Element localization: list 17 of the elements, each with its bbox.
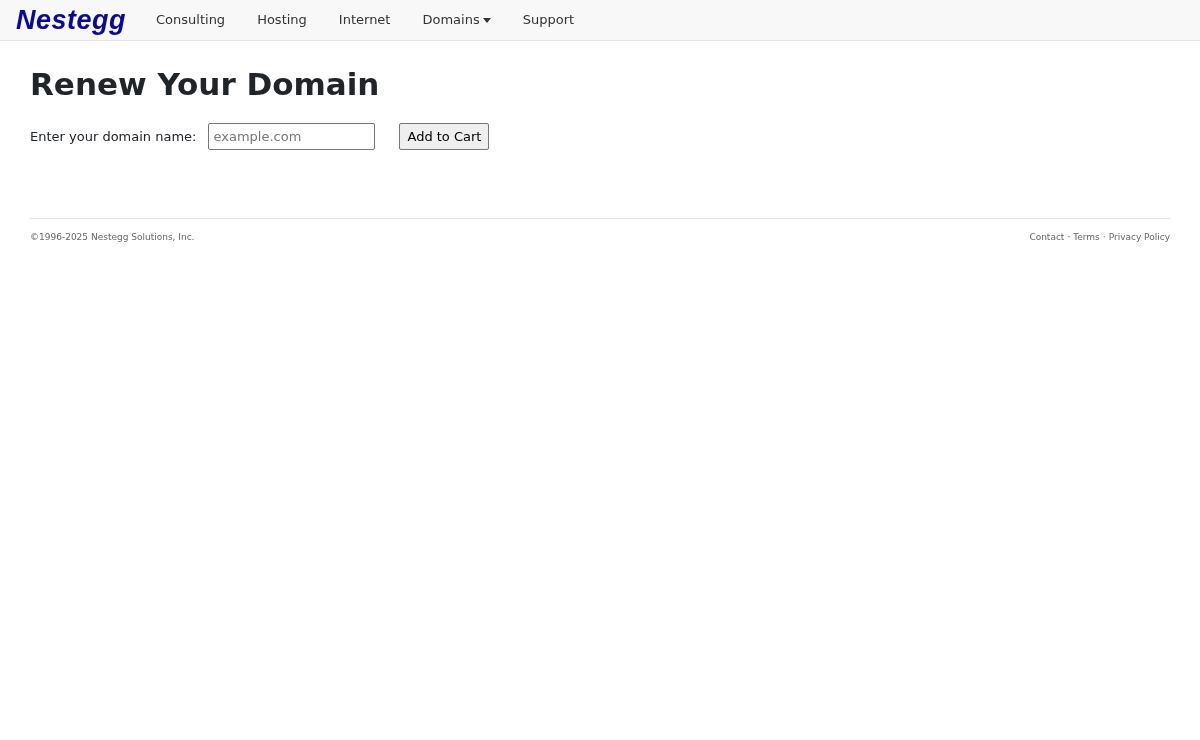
domain-input-field[interactable]: example.com bbox=[208, 123, 376, 150]
footer-link[interactable]: Privacy Policy bbox=[1108, 231, 1170, 245]
page-heading: Renew Your Domain bbox=[30, 65, 381, 104]
separator-text: · bbox=[1067, 231, 1071, 244]
nav-link[interactable]: Support bbox=[506, 10, 591, 30]
nav-link[interactable]: Internet bbox=[322, 10, 407, 30]
footer-link[interactable]: Contact bbox=[1029, 231, 1065, 245]
separator-text: · bbox=[1102, 231, 1106, 244]
caret-icon bbox=[482, 17, 491, 23]
footer-link[interactable]: Terms bbox=[1073, 231, 1100, 245]
field-label: Enter your domain name: bbox=[30, 127, 197, 146]
nav-link[interactable]: Consulting bbox=[140, 10, 242, 30]
brand-logo[interactable]: Nestegg bbox=[16, 0, 127, 41]
nav-dropdown[interactable]: Domains bbox=[406, 10, 507, 30]
nav-link[interactable]: Hosting bbox=[241, 10, 323, 30]
add-to-cart-button[interactable]: Add to Cart bbox=[399, 123, 490, 150]
copyright-text: ©1996-2025 Nestegg Solutions, Inc. bbox=[30, 231, 195, 244]
